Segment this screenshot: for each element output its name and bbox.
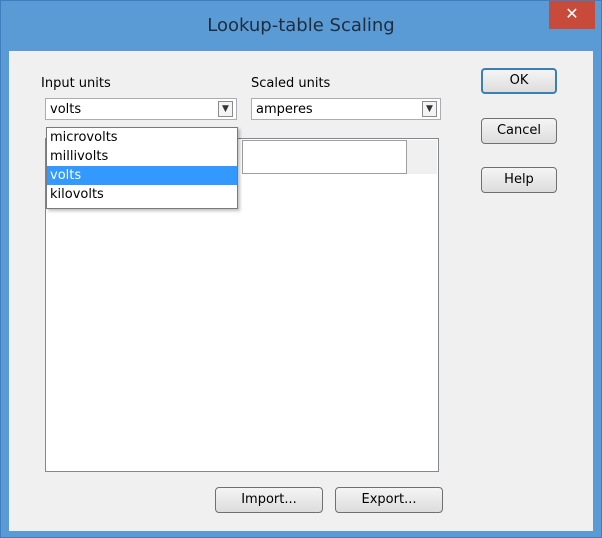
scaled-units-label: Scaled units [251, 76, 331, 91]
ok-button[interactable]: OK [481, 68, 557, 94]
dropdown-option-volts[interactable]: volts [47, 166, 237, 185]
dropdown-option-microvolts[interactable]: microvolts [47, 128, 237, 147]
table-header-cell [407, 140, 437, 174]
dialog-title: Lookup-table Scaling [207, 15, 395, 36]
input-units-label: Input units [41, 76, 111, 91]
close-button[interactable]: ✕ [549, 1, 595, 29]
close-icon: ✕ [565, 4, 579, 23]
scaled-units-value: amperes [256, 102, 313, 117]
table-cell[interactable] [242, 140, 407, 174]
dialog-body: Input units volts ▼ Scaled units amperes… [9, 51, 593, 531]
dialog-window: Lookup-table Scaling ✕ Input units volts… [0, 0, 602, 538]
chevron-down-icon[interactable]: ▼ [422, 101, 437, 117]
dropdown-option-millivolts[interactable]: millivolts [47, 147, 237, 166]
input-units-select[interactable]: volts ▼ [45, 98, 237, 120]
export-button[interactable]: Export... [335, 487, 443, 513]
scaled-units-select[interactable]: amperes ▼ [251, 98, 441, 120]
dropdown-option-kilovolts[interactable]: kilovolts [47, 185, 237, 204]
title-bar[interactable]: Lookup-table Scaling ✕ [1, 1, 601, 51]
import-button[interactable]: Import... [215, 487, 323, 513]
input-units-value: volts [50, 102, 82, 117]
input-units-dropdown-list[interactable]: microvolts millivolts volts kilovolts [46, 127, 238, 209]
help-button[interactable]: Help [481, 167, 557, 193]
cancel-button[interactable]: Cancel [481, 118, 557, 144]
chevron-down-icon[interactable]: ▼ [218, 101, 233, 117]
